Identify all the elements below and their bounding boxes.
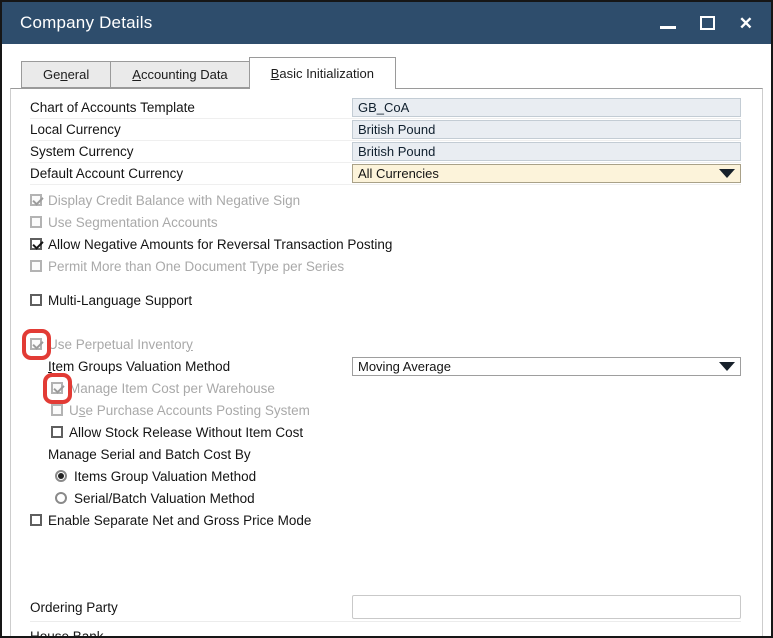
manage-item-cost-checkbox[interactable] (51, 382, 63, 394)
checkbox-row-use-purchase-accounts: Use Purchase Accounts Posting System (30, 399, 741, 421)
checkbox-row-multi-language: Multi-Language Support (30, 289, 741, 311)
local-currency-field[interactable]: British Pound (352, 120, 741, 139)
default-account-currency-dropdown[interactable]: All Currencies (352, 164, 741, 183)
use-segmentation-checkbox[interactable] (30, 216, 42, 228)
checkbox-row-use-segmentation: Use Segmentation Accounts (30, 211, 741, 233)
maximize-icon[interactable] (700, 16, 715, 30)
dropdown-arrow-icon (719, 169, 735, 178)
window-title: Company Details (20, 13, 152, 33)
serial-batch-valuation-radio[interactable] (55, 492, 67, 504)
field-row-item-groups-valuation: Item Groups Valuation Method Moving Aver… (30, 355, 741, 377)
field-row-local-currency: Local Currency British Pound (30, 119, 741, 141)
highlight-annotation (51, 382, 63, 394)
window-controls: ✕ (660, 15, 753, 32)
title-bar: Company Details ✕ (2, 2, 771, 44)
minimize-icon[interactable] (660, 26, 676, 29)
basic-initialization-panel: Chart of Accounts Template GB_CoA Local … (10, 88, 763, 636)
permit-more-doc-types-checkbox[interactable] (30, 260, 42, 272)
checkbox-row-allow-negative-amounts: Allow Negative Amounts for Reversal Tran… (30, 233, 741, 255)
checkbox-row-use-perpetual-inventory: Use Perpetual Inventory (30, 333, 741, 355)
local-currency-label: Local Currency (30, 122, 352, 137)
field-row-default-account-currency: Default Account Currency All Currencies (30, 163, 741, 185)
item-groups-valuation-label: Item Groups Valuation Method (48, 359, 352, 374)
enable-separate-net-gross-checkbox[interactable] (30, 514, 42, 526)
tab-general[interactable]: General (21, 61, 111, 88)
close-icon[interactable]: ✕ (739, 15, 753, 32)
allow-stock-release-checkbox[interactable] (51, 426, 63, 438)
item-groups-valuation-dropdown[interactable]: Moving Average (352, 357, 741, 376)
dropdown-arrow-icon (719, 362, 735, 371)
tab-basic-initialization[interactable]: Basic Initialization (249, 57, 396, 89)
field-row-chart-of-accounts: Chart of Accounts Template GB_CoA (30, 97, 741, 119)
radio-row-serial-batch-valuation: Serial/Batch Valuation Method (30, 487, 741, 509)
ordering-party-label: Ordering Party (30, 600, 352, 615)
company-details-window: Company Details ✕ General Accounting Dat… (0, 0, 773, 638)
use-perpetual-inventory-checkbox[interactable] (30, 338, 42, 350)
chart-of-accounts-field[interactable]: GB_CoA (352, 98, 741, 117)
allow-negative-amounts-checkbox[interactable] (30, 238, 42, 250)
display-credit-balance-checkbox[interactable] (30, 194, 42, 206)
system-currency-field[interactable]: British Pound (352, 142, 741, 161)
chart-of-accounts-label: Chart of Accounts Template (30, 100, 352, 115)
default-account-currency-label: Default Account Currency (30, 166, 352, 181)
tab-bar: General Accounting Data Basic Initializa… (21, 57, 395, 88)
ordering-party-input[interactable] (352, 595, 741, 619)
tab-accounting-data[interactable]: Accounting Data (110, 61, 249, 88)
checkbox-row-permit-more-doc-types: Permit More than One Document Type per S… (30, 255, 741, 277)
checkbox-row-display-credit-balance: Display Credit Balance with Negative Sig… (30, 189, 741, 211)
radio-row-items-group-valuation: Items Group Valuation Method (30, 465, 741, 487)
field-row-system-currency: System Currency British Pound (30, 141, 741, 163)
checkbox-row-allow-stock-release: Allow Stock Release Without Item Cost (30, 421, 741, 443)
field-row-house-bank: House Bank (30, 622, 741, 638)
highlight-annotation (30, 338, 42, 350)
checkbox-row-enable-separate-net-gross: Enable Separate Net and Gross Price Mode (30, 509, 741, 531)
manage-serial-batch-label: Manage Serial and Batch Cost By (30, 443, 741, 465)
field-row-ordering-party: Ordering Party (30, 593, 741, 622)
checkbox-row-manage-item-cost: Manage Item Cost per Warehouse (30, 377, 741, 399)
system-currency-label: System Currency (30, 144, 352, 159)
multi-language-checkbox[interactable] (30, 294, 42, 306)
use-purchase-accounts-checkbox[interactable] (51, 404, 63, 416)
house-bank-label: House Bank (30, 629, 352, 638)
items-group-valuation-radio[interactable] (55, 470, 67, 482)
